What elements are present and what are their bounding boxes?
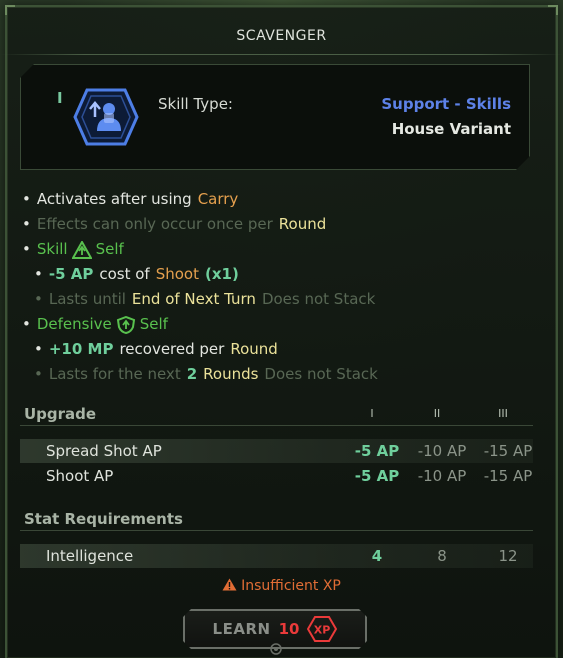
- upgrade-value: -10 AP: [417, 467, 467, 485]
- corner-ornament: [548, 5, 558, 15]
- effect-text: Activates after using: [36, 190, 192, 208]
- upgrade-value: -15 AP: [483, 467, 533, 485]
- tier-3-label: III: [498, 407, 508, 420]
- requirements-header: Stat Requirements: [20, 507, 533, 531]
- warning-icon: [222, 578, 237, 591]
- requirement-value: 12: [498, 547, 518, 565]
- skill-type-label: Skill Type:: [158, 95, 233, 113]
- trigger-skill: Carry: [197, 190, 239, 208]
- effect-line: • +10 MP recovered per Round: [22, 337, 542, 362]
- effect-line: • Skill Self: [22, 237, 542, 262]
- learn-cost: 10: [278, 620, 300, 638]
- effect-line: • Defensive Self: [22, 312, 542, 337]
- requirement-value: 8: [437, 547, 447, 565]
- bullet: •: [22, 215, 31, 233]
- skill-type-value: Support - Skills: [381, 95, 511, 113]
- effect-value: +10 MP: [48, 340, 114, 358]
- bullet: •: [34, 265, 43, 283]
- effect-keyword: Rounds: [203, 365, 259, 383]
- warning-message: Insufficient XP: [0, 578, 563, 594]
- effect-keyword: Round: [230, 340, 278, 358]
- effect-target: Self: [95, 240, 124, 258]
- xp-icon: XP: [307, 616, 337, 642]
- effect-text: recovered per: [119, 340, 225, 358]
- effect-value: -5 AP: [48, 265, 94, 283]
- upgrade-row: Shoot AP -5 AP -10 AP -15 AP: [20, 464, 533, 488]
- effect-list: • Activates after using Carry • Effects …: [22, 187, 542, 387]
- effect-count: (x1): [204, 265, 239, 283]
- effect-line: • Lasts until End of Next Turn Does not …: [22, 287, 542, 312]
- upgrade-heading: Upgrade: [24, 404, 97, 423]
- requirement-row: Intelligence 4 8 12: [20, 544, 533, 568]
- skill-variant: House Variant: [391, 120, 511, 138]
- upgrade-value: -15 AP: [483, 442, 533, 460]
- effect-text: Lasts until: [48, 290, 126, 308]
- effect-line: • -5 AP cost of Shoot (x1): [22, 262, 542, 287]
- upgrade-label: Shoot AP: [46, 467, 114, 485]
- learn-label: LEARN: [212, 620, 271, 638]
- tier-1-label: I: [370, 407, 374, 420]
- tier-mark: I: [57, 89, 63, 107]
- effect-count: 2: [186, 365, 198, 383]
- bullet: •: [34, 340, 43, 358]
- warning-text: Insufficient XP: [241, 578, 341, 594]
- effect-text: Effects can only occur once per: [36, 215, 273, 233]
- effect-text: Does not Stack: [264, 365, 378, 383]
- bullet: •: [22, 240, 31, 258]
- effect-target: Self: [139, 315, 168, 333]
- upgrade-header: Upgrade I II III: [20, 402, 533, 426]
- effect-line: • Effects can only occur once per Round: [22, 212, 542, 237]
- skill-shield-icon: [71, 240, 92, 259]
- effect-line: • Activates after using Carry: [22, 187, 542, 212]
- effect-line: • Lasts for the next 2 Rounds Does not S…: [22, 362, 542, 387]
- skill-header: I Skill Type: Support - Skills House Var…: [20, 64, 530, 170]
- effect-text: Does not Stack: [261, 290, 376, 308]
- effect-category: Skill: [36, 240, 68, 258]
- defensive-shield-icon: [116, 315, 135, 334]
- affected-skill: Shoot: [155, 265, 199, 283]
- tier-2-label: II: [433, 407, 441, 420]
- bullet: •: [34, 290, 43, 308]
- skill-icon: [73, 87, 139, 147]
- bullet: •: [34, 365, 43, 383]
- upgrade-row: Spread Shot AP -5 AP -10 AP -15 AP: [20, 439, 533, 463]
- bullet: •: [22, 190, 31, 208]
- xp-text: XP: [314, 624, 331, 637]
- upgrade-value: -10 AP: [417, 442, 467, 460]
- title-divider: [0, 54, 563, 55]
- effect-text: Lasts for the next: [48, 365, 181, 383]
- requirement-value-current: 4: [371, 547, 383, 565]
- effect-text: cost of: [99, 265, 150, 283]
- requirements-heading: Stat Requirements: [24, 509, 183, 528]
- skill-title: SCAVENGER: [236, 28, 327, 44]
- upgrade-value-current: -5 AP: [354, 442, 400, 460]
- upgrade-label: Spread Shot AP: [46, 442, 162, 460]
- upgrade-value-current: -5 AP: [354, 467, 400, 485]
- corner-ornament: [5, 5, 15, 15]
- bullet: •: [22, 315, 31, 333]
- effect-keyword: End of Next Turn: [131, 290, 256, 308]
- effect-keyword: Round: [278, 215, 327, 233]
- footer-emblem-icon: [270, 643, 282, 655]
- effect-category: Defensive: [36, 315, 112, 333]
- requirement-label: Intelligence: [46, 547, 134, 565]
